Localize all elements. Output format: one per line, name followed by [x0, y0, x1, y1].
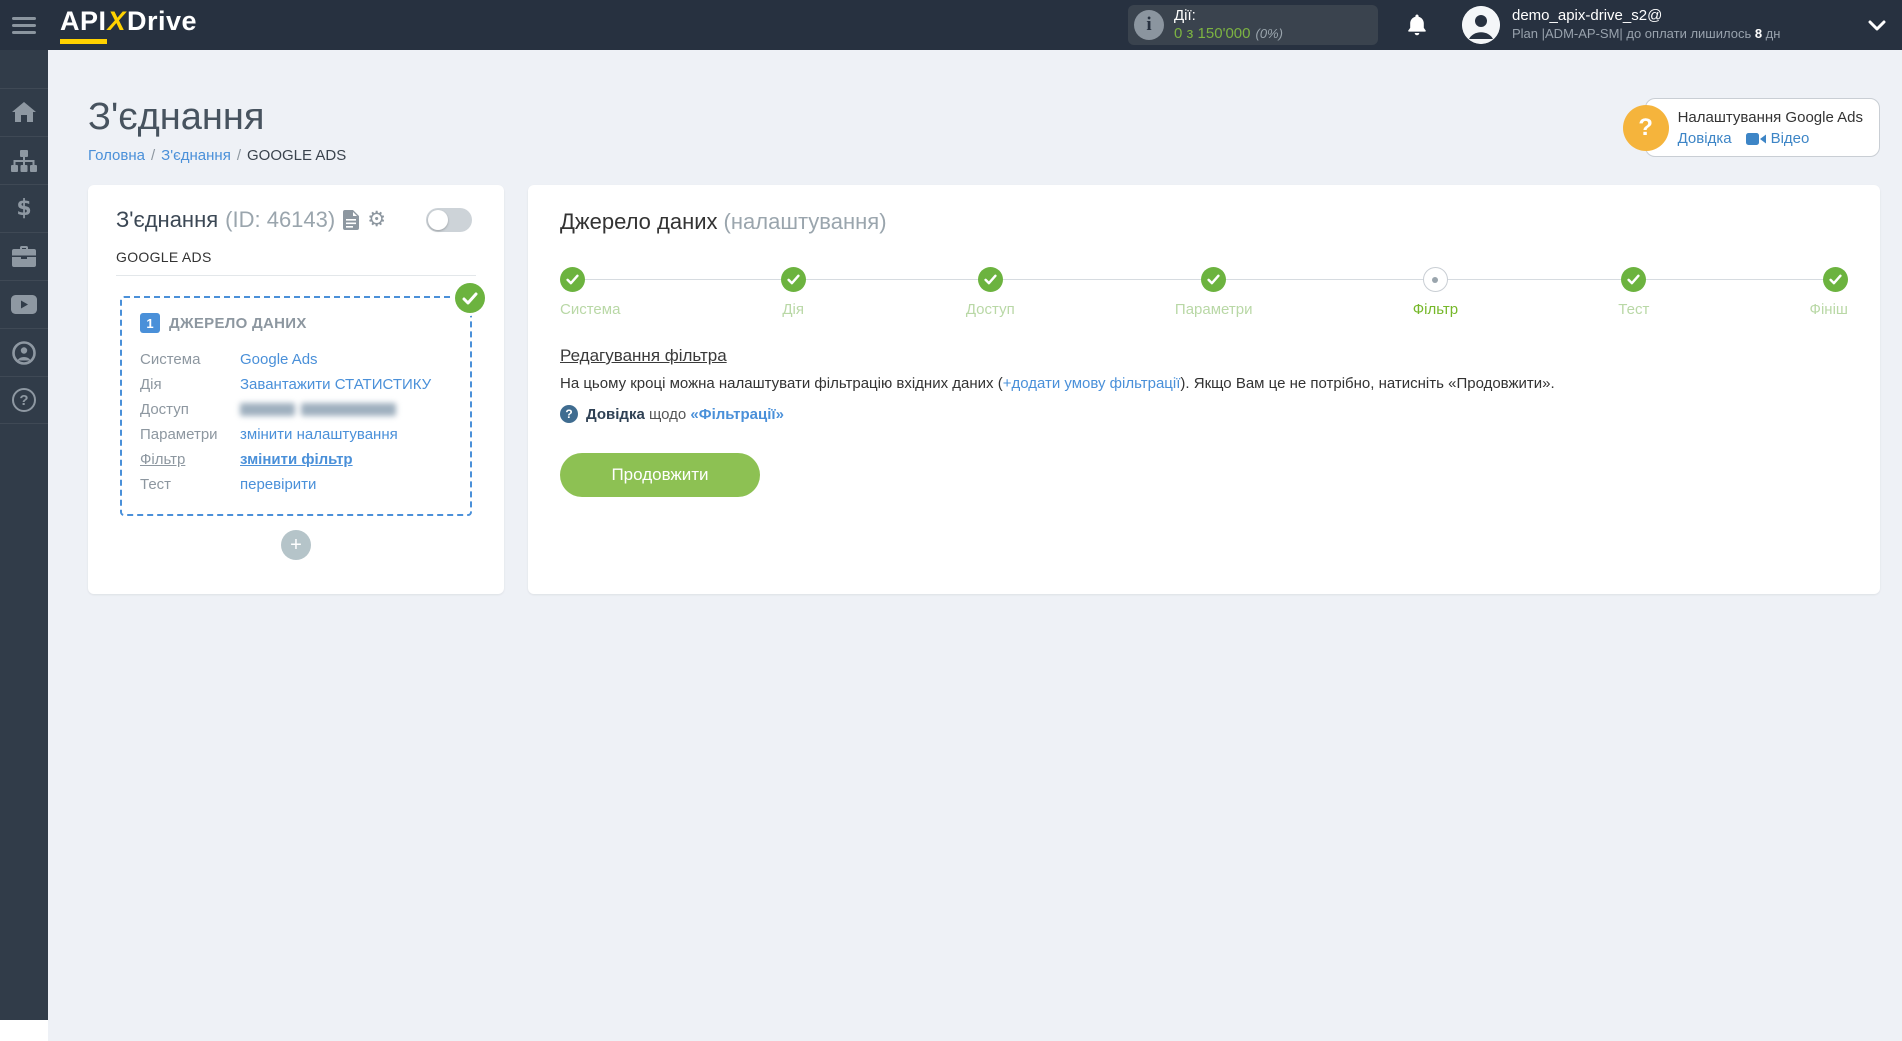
step-done-icon [1621, 267, 1647, 292]
youtube-icon [11, 295, 37, 314]
logo-drive: Drive [127, 6, 198, 36]
sidebar-item-billing[interactable]: $ [0, 184, 48, 232]
step-test[interactable]: Тест [1618, 267, 1649, 318]
sitemap-icon [11, 149, 37, 172]
source-row-filter: Фільтр змінити фільтр [140, 447, 452, 472]
breadcrumb-connections[interactable]: З'єднання [161, 147, 231, 164]
sidebar-item-services[interactable] [0, 232, 48, 280]
add-filter-condition-link[interactable]: +додати умову фільтрації [1003, 375, 1181, 392]
panel-title: Джерело даних [560, 209, 718, 234]
sidebar-item-profile[interactable] [0, 328, 48, 376]
connection-card: З'єднання (ID: 46143) ⚙ GOOGLE ADS 1 ДЖЕ… [88, 185, 504, 594]
source-block-title: ДЖЕРЕЛО ДАНИХ [169, 314, 307, 332]
redacted-value [240, 403, 396, 416]
service-label: GOOGLE ADS [116, 249, 476, 276]
filter-value-link[interactable]: змінити фільтр [240, 447, 353, 472]
page-title: З'єднання [88, 96, 265, 138]
help-circle-icon: ? [560, 405, 578, 423]
chevron-down-icon[interactable] [1868, 20, 1886, 31]
dollar-icon: $ [16, 196, 32, 221]
logo-api: API [60, 6, 107, 44]
usage-value: 0 з 150'000 [1174, 25, 1251, 42]
home-icon [12, 101, 36, 124]
sidebar-item-home[interactable] [0, 88, 48, 136]
step-done-icon [1201, 267, 1227, 292]
sidebar-item-video[interactable] [0, 280, 48, 328]
usage-label: Дії: [1174, 7, 1196, 24]
video-camera-icon [1745, 132, 1766, 146]
help-box: ? Налаштування Google Ads Довідка Відео [1622, 98, 1880, 157]
connection-toggle[interactable] [426, 208, 472, 232]
gear-icon[interactable]: ⚙ [367, 209, 386, 230]
user-name: demo_apix-drive_s2@ [1512, 7, 1663, 24]
panel-subtitle: (налаштування) [723, 209, 887, 234]
user-menu[interactable]: demo_apix-drive_s2@ Plan |ADM-AP-SM| до … [1512, 7, 1822, 43]
main-content: З'єднання Головна / З'єднання / GOOGLE ADS ?… [48, 50, 1902, 1041]
source-row-system: Система Google Ads [140, 347, 452, 372]
connection-title: З'єднання [116, 207, 219, 232]
add-step-button[interactable]: + [281, 530, 311, 560]
document-icon[interactable] [343, 210, 360, 230]
step-done-icon [780, 267, 806, 292]
breadcrumb-home[interactable]: Головна [88, 147, 145, 164]
briefcase-icon [12, 246, 36, 267]
step-filter[interactable]: Фільтр [1413, 267, 1458, 318]
user-avatar[interactable] [1462, 6, 1500, 44]
step-access[interactable]: Доступ [966, 267, 1015, 318]
system-value-link[interactable]: Google Ads [240, 347, 318, 372]
test-value-link[interactable]: перевірити [240, 472, 316, 497]
actions-usage-box: i Дії: 0 з 150'000 (0%) [1128, 5, 1378, 45]
data-source-block[interactable]: 1 ДЖЕРЕЛО ДАНИХ Система Google Ads Дія З… [120, 283, 485, 516]
filter-help-link[interactable]: ? Довідка щодо «Фільтрації» [560, 405, 1848, 423]
help-box-title: Налаштування Google Ads [1677, 109, 1863, 126]
step-done-icon [560, 267, 585, 292]
breadcrumb: Головна / З'єднання / GOOGLE ADS [88, 147, 347, 164]
usage-percent: (0%) [1255, 26, 1283, 41]
step-current-icon [1422, 267, 1448, 292]
breadcrumb-current: GOOGLE ADS [247, 147, 347, 164]
apixdrive-logo[interactable]: API X Drive [60, 6, 197, 44]
step-finish[interactable]: Фініш [1810, 267, 1848, 318]
connection-id: (ID: 46143) [225, 207, 336, 232]
sidebar: $ ? [0, 50, 48, 1020]
source-number-badge: 1 [140, 313, 160, 333]
step-done-icon [1822, 267, 1848, 292]
help-question-icon[interactable]: ? [1622, 104, 1669, 151]
source-check-icon [455, 283, 485, 313]
source-row-params: Параметри змінити налаштування [140, 422, 452, 447]
sidebar-item-connections[interactable] [0, 136, 48, 184]
progress-steps: Система Дія Доступ Параметри Фільтр Тест… [560, 267, 1848, 318]
hamburger-menu-icon[interactable] [0, 0, 48, 50]
source-row-access: Доступ [140, 397, 452, 422]
source-row-action: Дія Завантажити СТАТИСТИКУ [140, 372, 452, 397]
continue-button[interactable]: Продовжити [560, 453, 760, 497]
source-row-test: Тест перевірити [140, 472, 452, 497]
action-value-link[interactable]: Завантажити СТАТИСТИКУ [240, 372, 431, 397]
question-icon: ? [12, 388, 36, 412]
section-title: Редагування фільтра [560, 346, 727, 365]
help-video-link[interactable]: Відео [1745, 130, 1809, 147]
help-docs-link[interactable]: Довідка [1678, 130, 1732, 147]
notifications-bell-icon[interactable] [1406, 13, 1428, 37]
logo-x: X [107, 6, 127, 36]
sidebar-item-help[interactable]: ? [0, 376, 48, 424]
step-action[interactable]: Дія [780, 267, 806, 318]
top-header: API X Drive i Дії: 0 з 150'000 (0%) demo_ap… [0, 0, 1902, 50]
profile-icon [12, 340, 36, 365]
step-system[interactable]: Система [560, 267, 620, 318]
info-icon: i [1134, 10, 1164, 40]
settings-panel: Джерело даних (налаштування) Система Дія … [528, 185, 1880, 594]
user-plan: Plan |ADM-AP-SM| до оплати лишилось 8 дн [1512, 26, 1781, 41]
step-done-icon [977, 267, 1003, 292]
params-value-link[interactable]: змінити налаштування [240, 422, 398, 447]
plan-days: 8 [1754, 26, 1763, 41]
step-params[interactable]: Параметри [1175, 267, 1252, 318]
filter-description: На цьому кроці можна налаштувати фільтра… [560, 375, 1555, 392]
